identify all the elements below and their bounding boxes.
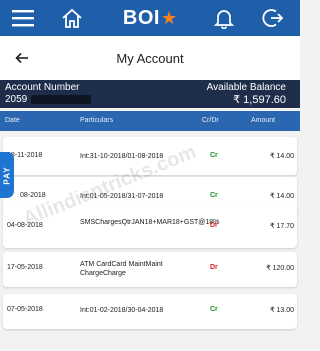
transaction-amount: ₹ 17.70 bbox=[270, 223, 294, 230]
transaction-date: 07-05-2018 bbox=[7, 306, 43, 313]
transaction-particulars: ATM CardCard MaintMaint ChargeCharge bbox=[80, 261, 163, 277]
column-header-particulars: Particulars bbox=[80, 117, 114, 124]
pay-tab-label: PAY bbox=[2, 165, 12, 185]
transaction-type: Cr bbox=[210, 306, 218, 313]
menu-icon[interactable] bbox=[6, 0, 40, 36]
transaction-type: Dr bbox=[210, 222, 218, 229]
transaction-row[interactable]: 17-05-2018 ATM CardCard MaintMaint Charg… bbox=[3, 252, 297, 287]
transaction-row[interactable]: 07-05-2018 Int:01-02-2018/30-04-2018 Cr … bbox=[3, 294, 297, 329]
logo-text: BOI bbox=[122, 6, 160, 29]
table-header: Date Particulars Cr/Dr Amount bbox=[0, 111, 300, 131]
logout-icon[interactable] bbox=[256, 0, 290, 36]
top-bar: BOI ★ bbox=[0, 0, 300, 36]
account-number-label: Account Number bbox=[5, 82, 80, 93]
transaction-particulars: SMSChargesQtrJAN18+MAR18+GST@18% bbox=[80, 219, 220, 226]
column-header-amount: Amount bbox=[251, 117, 276, 124]
transaction-amount: ₹ 13.00 bbox=[270, 307, 294, 314]
transaction-date: 17-05-2018 bbox=[7, 264, 43, 271]
transaction-particulars: Int:01-02-2018/30-04-2018 bbox=[80, 307, 164, 314]
balance-value: ₹ 1,597.60 bbox=[233, 94, 286, 106]
account-summary: Account Number 2059 Available Balance ₹ … bbox=[0, 80, 300, 108]
transaction-type: Cr bbox=[210, 192, 218, 199]
column-header-date: Date bbox=[5, 117, 20, 124]
transaction-type: Dr bbox=[210, 264, 218, 271]
balance-label: Available Balance bbox=[206, 82, 286, 93]
boi-logo: BOI ★ bbox=[118, 0, 182, 36]
bell-icon[interactable] bbox=[207, 0, 241, 36]
account-number-mask bbox=[31, 95, 91, 104]
star-icon: ★ bbox=[160, 7, 178, 28]
home-icon[interactable] bbox=[55, 0, 89, 36]
transaction-amount: ₹ 120.00 bbox=[266, 265, 294, 272]
transaction-amount: ₹ 14.00 bbox=[270, 193, 294, 200]
transaction-amount: ₹ 14.00 bbox=[270, 153, 294, 160]
account-number-value: 2059 bbox=[5, 94, 28, 105]
transaction-date: 08-2018 bbox=[20, 192, 46, 199]
title-bar: My Account bbox=[0, 36, 300, 80]
column-header-crdr: Cr/Dr bbox=[202, 117, 219, 124]
transaction-type: Cr bbox=[210, 152, 218, 159]
page-title: My Account bbox=[116, 51, 184, 66]
pay-tab[interactable]: PAY bbox=[0, 152, 14, 198]
back-arrow-icon[interactable] bbox=[8, 44, 36, 72]
